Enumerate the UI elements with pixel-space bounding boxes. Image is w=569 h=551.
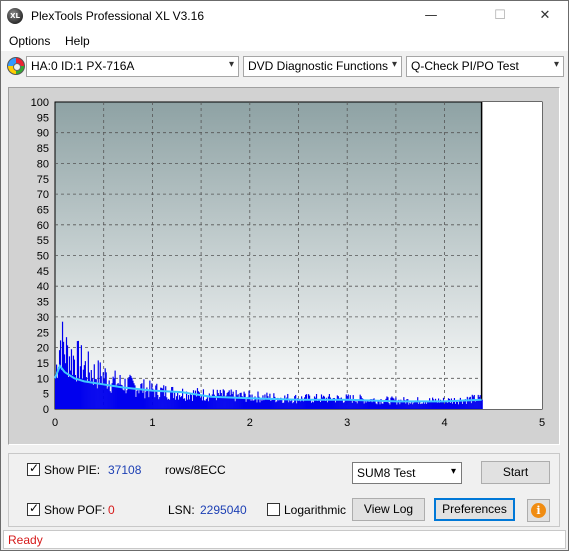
show-pie-checkbox[interactable]: ✓ [27,461,40,476]
close-button[interactable]: ✕ [522,1,568,31]
function-select[interactable]: DVD Diagnostic Functions ▾ [243,56,402,77]
pie-value: 37108 [108,463,142,477]
pof-value: 0 [108,503,115,517]
minimize-button[interactable]: — [408,1,454,31]
status-text: Ready [8,533,43,547]
sum-test-value: SUM8 Test [357,466,416,480]
info-icon: i [531,503,546,518]
y-tick-label: 15 [37,358,49,370]
window-title: PlexTools Professional XL V3.16 [31,9,204,23]
start-button[interactable]: Start [481,461,550,484]
main-window: XL PlexTools Professional XL V3.16 — ☐ ✕… [0,0,569,551]
y-tick-label: 100 [31,97,49,109]
y-tick-label: 25 [37,327,49,339]
toolbar: HA:0 ID:1 PX-716A ▾ DVD Diagnostic Funct… [1,52,568,80]
chart-panel: 0 5 10 15 20 25 30 35 40 45 50 55 60 65 70 75 80 85 90 95 10… [8,87,560,445]
disc-drive-icon[interactable] [7,57,25,75]
y-tick-label: 10 [37,373,49,385]
y-tick-label: 80 [37,158,49,170]
y-tick-label: 85 [37,143,49,155]
y-tick-label: 70 [37,189,49,201]
y-tick-label: 55 [37,235,49,247]
y-tick-label: 20 [37,343,49,355]
menu-bar: Options Help [1,31,568,51]
checkmark-icon: ✓ [29,461,40,475]
test-select[interactable]: Q-Check PI/PO Test ▾ [406,56,564,77]
status-bar: Ready [3,530,566,549]
y-tick-label: 0 [43,404,49,416]
x-tick-label: 5 [539,417,545,429]
chevron-down-icon: ▾ [450,466,456,477]
y-tick-label: 90 [37,128,49,140]
y-tick-label: 65 [37,204,49,216]
y-tick-label: 40 [37,281,49,293]
show-pof-label: Show POF: [44,503,106,517]
chevron-down-icon: ▾ [228,59,234,70]
logarithmic-label: Logarithmic [284,503,347,517]
y-tick-label: 75 [37,174,49,186]
x-tick-label: 0 [52,417,58,429]
menu-help[interactable]: Help [65,34,90,48]
test-select-value: Q-Check PI/PO Test [411,59,519,73]
lsn-label: LSN: [168,503,195,517]
drive-select[interactable]: HA:0 ID:1 PX-716A ▾ [26,56,239,77]
y-tick-label: 60 [37,220,49,232]
chevron-down-icon: ▾ [391,59,397,70]
x-tick-label: 4 [442,417,448,429]
function-select-value: DVD Diagnostic Functions [248,59,389,73]
y-tick-label: 45 [37,266,49,278]
x-tick-label: 3 [344,417,350,429]
x-tick-label: 2 [247,417,253,429]
info-button[interactable]: i [527,499,550,522]
pi-po-chart: 0510152025303540455055606570758085909510… [31,97,545,429]
logarithmic-checkbox[interactable] [267,503,280,516]
rows-label: rows/8ECC [165,463,226,477]
unused-area [481,102,542,409]
maximize-button[interactable]: ☐ [477,1,523,31]
pie-bar [481,399,483,409]
menu-options[interactable]: Options [9,34,50,48]
show-pie-label: Show PIE: [44,463,101,477]
chevron-down-icon: ▾ [553,59,559,70]
preferences-button[interactable]: Preferences [434,498,515,521]
title-bar[interactable]: XL PlexTools Professional XL V3.16 — ☐ ✕ [1,1,568,31]
xl-logo-icon: XL [7,8,23,24]
lsn-value: 2295040 [200,503,247,517]
y-tick-label: 35 [37,297,49,309]
checkmark-icon: ✓ [29,501,40,515]
x-tick-label: 1 [149,417,155,429]
show-pof-checkbox[interactable]: ✓ [27,501,40,516]
sum-test-select[interactable]: SUM8 Test ▾ [352,462,462,484]
y-tick-label: 30 [37,312,49,324]
view-log-button[interactable]: View Log [352,498,425,521]
y-tick-label: 50 [37,251,49,263]
drive-select-value: HA:0 ID:1 PX-716A [31,59,135,73]
y-tick-label: 5 [43,389,49,401]
y-tick-label: 95 [37,112,49,124]
